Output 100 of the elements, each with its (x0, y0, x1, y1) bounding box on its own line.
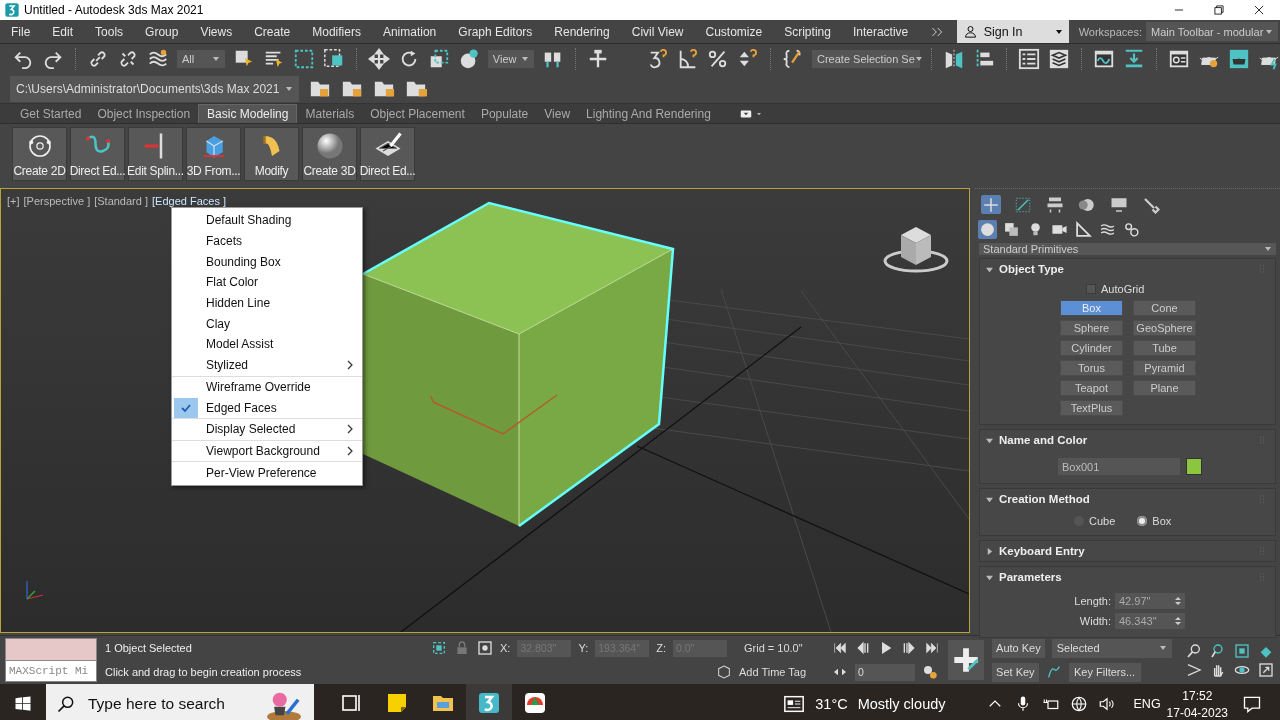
named-selection-dropdown[interactable]: Create Selection Se (812, 50, 920, 68)
menu-item[interactable]: Customize (694, 20, 774, 43)
primitive-button[interactable]: Tube (1133, 340, 1196, 356)
weather-text[interactable]: Mostly cloudy (857, 696, 946, 712)
primitive-button[interactable]: TextPlus (1060, 400, 1123, 416)
notification-icon[interactable] (1242, 694, 1262, 714)
ribbon-tab[interactable]: Lighting And Rendering (578, 104, 719, 123)
clock-date[interactable]: 17-04-2023 (1166, 705, 1228, 720)
ribbon-button[interactable]: Direct Ed... (70, 127, 125, 181)
field-of-view-icon[interactable] (1185, 661, 1202, 678)
rollout-title[interactable]: Keyboard Entry (999, 545, 1085, 557)
menu-item[interactable]: Wireframe Override (172, 376, 362, 398)
angle-snap-icon[interactable] (677, 48, 699, 70)
ribbon-button[interactable]: Modify (244, 127, 299, 181)
ribbon-button[interactable]: 3D From... (186, 127, 241, 181)
collapse-triangle-icon[interactable] (986, 265, 993, 273)
menu-item[interactable]: Bounding Box (172, 251, 362, 273)
sticky-note-icon[interactable] (385, 691, 409, 715)
maximize-viewport-icon[interactable] (1257, 661, 1274, 678)
helper-triangle-icon[interactable] (1075, 221, 1092, 238)
spinner-field[interactable]: 42.97" (1115, 593, 1185, 609)
motion-sphere-icon[interactable] (1078, 196, 1096, 214)
time-config-icon[interactable] (922, 664, 939, 680)
auto-key-button[interactable]: Auto Key (992, 638, 1045, 658)
menu-item[interactable]: Per-View Preference (172, 462, 362, 483)
temperature[interactable]: 31°C (815, 696, 848, 712)
isolate-icon[interactable] (431, 640, 447, 656)
restore-icon[interactable] (1212, 3, 1226, 17)
news-icon[interactable] (783, 693, 806, 715)
zoom-all-icon[interactable] (1209, 642, 1226, 659)
sign-in-button[interactable]: Sign In (956, 20, 1069, 43)
primitive-button[interactable]: GeoSphere (1133, 320, 1196, 336)
list-icon[interactable] (1018, 48, 1040, 70)
time-tag-icon[interactable] (716, 664, 732, 680)
ribbon-button[interactable]: Create 3D (302, 127, 357, 181)
clock-time[interactable]: 17:52 (1182, 688, 1213, 703)
primitive-button[interactable]: Torus (1060, 360, 1123, 376)
menu-item[interactable]: Tools (84, 20, 135, 43)
menu-item[interactable]: Graph Editors (447, 20, 544, 43)
menu-item[interactable]: Model Assist (172, 334, 362, 355)
viewport-label[interactable]: [Standard ] (94, 195, 148, 207)
coordinate-system-dropdown[interactable]: View (487, 50, 535, 68)
create-key-button[interactable] (948, 640, 985, 680)
link-icon[interactable] (87, 48, 109, 70)
ribbon-tab[interactable]: Populate (472, 104, 537, 123)
color-swatch[interactable] (1186, 458, 1202, 475)
ribbon-tab[interactable]: Object Inspection (89, 104, 199, 123)
menu-item[interactable]: Rendering (543, 20, 621, 43)
zoom-icon[interactable] (1185, 642, 1202, 659)
add-time-tag[interactable]: Add Time Tag (739, 666, 807, 678)
rollout-title[interactable]: Name and Color (999, 434, 1088, 446)
radio-button[interactable] (1137, 516, 1148, 526)
shapes-icon[interactable] (1003, 221, 1020, 238)
sphere-icon[interactable] (979, 221, 996, 238)
menu-item[interactable]: Stylized (172, 354, 362, 376)
curve-editor-icon[interactable] (1093, 48, 1115, 70)
menu-item[interactable]: Civil View (620, 20, 695, 43)
menu-item[interactable]: Flat Color (172, 272, 362, 293)
ribbon-tab[interactable]: Basic Modeling (198, 104, 298, 123)
ribbon-tab[interactable]: Get Started (12, 104, 90, 123)
go-to-end-icon[interactable] (924, 640, 941, 656)
autogrid-checkbox[interactable] (1086, 284, 1096, 294)
key-filters-button[interactable]: Key Filters... (1068, 662, 1141, 682)
viewport-label[interactable]: [+] (7, 195, 20, 207)
maxscript-input[interactable]: MAXScript Mi (6, 660, 96, 681)
spinner-arrows-icon[interactable] (1175, 616, 1181, 626)
menu-item[interactable]: Viewport Background (172, 440, 362, 462)
menu-item[interactable]: Edit (41, 20, 85, 43)
viewport[interactable] (0, 188, 970, 633)
globe-icon[interactable] (1069, 695, 1088, 713)
menu-item[interactable]: Facets (172, 230, 362, 252)
collapse-triangle-icon[interactable] (986, 436, 993, 444)
close-icon[interactable] (1252, 3, 1266, 17)
project-path-dropdown[interactable]: C:\Users\Administrator\Documents\3ds Max 2021 (10, 75, 300, 102)
menu-item[interactable]: Modifiers (301, 20, 372, 43)
windows-start-icon[interactable] (13, 694, 33, 714)
primitive-button[interactable]: Teapot (1060, 380, 1123, 396)
panel-window-icon[interactable] (1168, 48, 1190, 70)
wrench-icon[interactable] (1142, 196, 1160, 214)
layers-icon[interactable] (1048, 48, 1070, 70)
collapse-triangle-icon[interactable] (986, 495, 993, 503)
viewport-label[interactable]: [Edged Faces ] (152, 195, 226, 207)
menu-item[interactable]: Create (243, 20, 302, 43)
collapse-triangle-icon[interactable] (986, 573, 993, 581)
viewport-label[interactable]: [Perspective ] (23, 195, 91, 207)
primitive-button[interactable]: Sphere (1060, 320, 1123, 336)
rollout-title[interactable]: Parameters (999, 571, 1062, 583)
menu-item[interactable]: Views (189, 20, 244, 43)
expand-triangle-icon[interactable] (986, 547, 993, 555)
language-indicator[interactable]: ENG (1133, 697, 1161, 711)
systems-gears-icon[interactable] (1123, 221, 1140, 238)
app-logo-icon[interactable] (477, 691, 501, 715)
key-mode-dropdown[interactable]: Selected (1051, 638, 1172, 658)
curve-modify-icon[interactable] (1014, 196, 1032, 214)
primitive-button[interactable]: Cylinder (1060, 340, 1123, 356)
rectangular-region-icon[interactable] (292, 48, 315, 70)
hierarchy-icon[interactable] (1046, 196, 1064, 214)
menu-item[interactable]: Edged Faces (172, 397, 362, 418)
menu-item[interactable]: Default Shading (172, 210, 362, 231)
percent-snap-icon[interactable] (707, 48, 729, 70)
